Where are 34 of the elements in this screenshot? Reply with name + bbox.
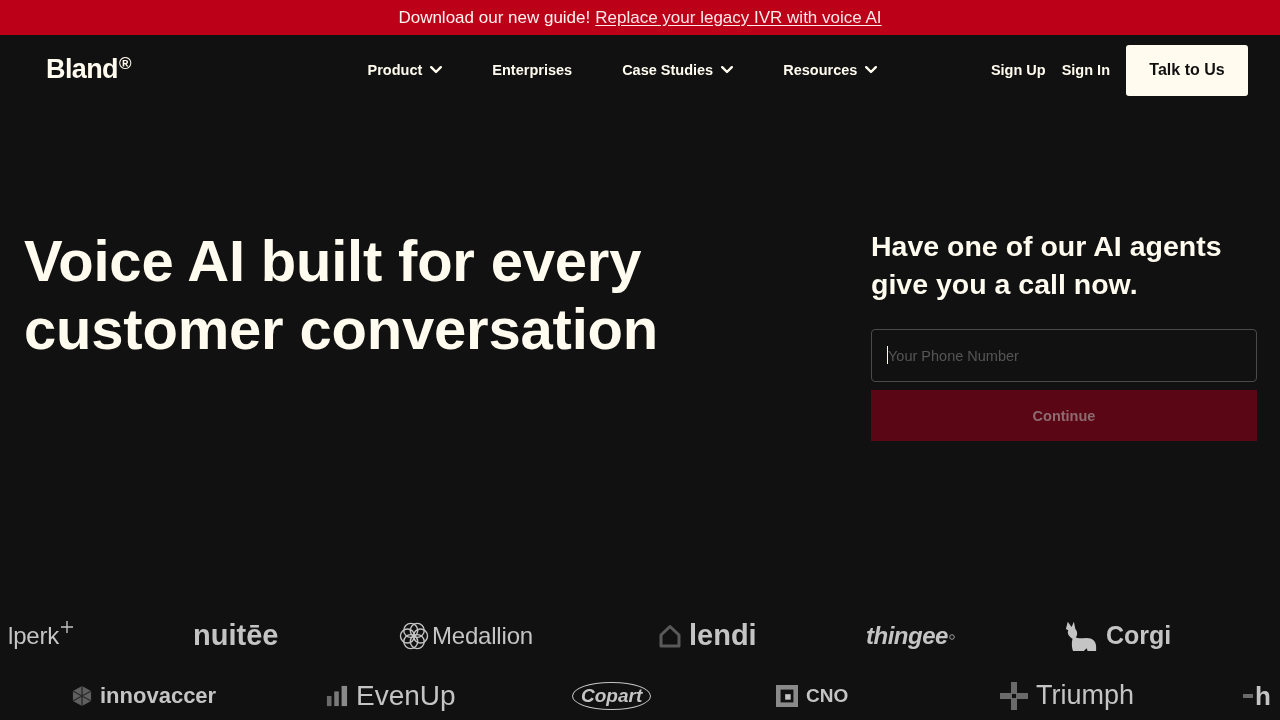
form-heading: Have one of our AI agents give you a call now. (871, 229, 1223, 302)
client-logo-wordmark: innovaccer (100, 683, 217, 709)
hero-headline: Voice AI built for every customer conversation (24, 227, 659, 363)
client-logo-wordmark: thingee (866, 622, 948, 650)
client-logo-wordmark: Corgi (1106, 622, 1172, 650)
house-icon (659, 624, 681, 648)
client-logo-wordmark: CNO (806, 685, 849, 707)
ring-icon (948, 634, 955, 641)
plus-icon (61, 620, 74, 633)
client-logo-wordmark: h (1255, 681, 1271, 711)
nav-menu-item[interactable]: Resources (783, 62, 878, 78)
talk-to-us-button[interactable]: Talk to Us (1126, 44, 1248, 96)
phone-number-field[interactable]: Your Phone Number (871, 329, 1257, 382)
client-logo-wordmark: Triumph (1036, 681, 1135, 711)
dash-icon (1243, 694, 1253, 698)
guide-link[interactable]: Replace your legacy IVR with voice AI (595, 7, 882, 28)
flower-icon (398, 620, 430, 652)
sign-in-link[interactable]: Sign In (1061, 62, 1110, 78)
client-logo-wordmark: Medallion (432, 622, 533, 650)
client-logo-wordmark: EvenUp (356, 680, 456, 712)
client-logo-wordmark: nuitēe (193, 620, 279, 652)
brand-logo[interactable]: Bland$^{®}$ (46, 54, 132, 83)
nav-menu-item[interactable]: Product (367, 62, 443, 78)
hexagon-icon (72, 685, 92, 707)
cross-icon (1000, 682, 1028, 710)
square-icon (776, 685, 798, 707)
text-cursor-icon (887, 346, 888, 364)
sign-up-link[interactable]: Sign Up (990, 62, 1046, 78)
bar-chart-icon (326, 685, 348, 707)
nav-menu-item[interactable]: Enterprises (492, 62, 573, 78)
client-logo-wordmark: lperk (8, 622, 60, 650)
announcement-text: Download our new guide! (398, 7, 591, 28)
client-logo-wordmark: lendi (689, 620, 757, 652)
nav-menu-item[interactable]: Case Studies (622, 62, 734, 78)
